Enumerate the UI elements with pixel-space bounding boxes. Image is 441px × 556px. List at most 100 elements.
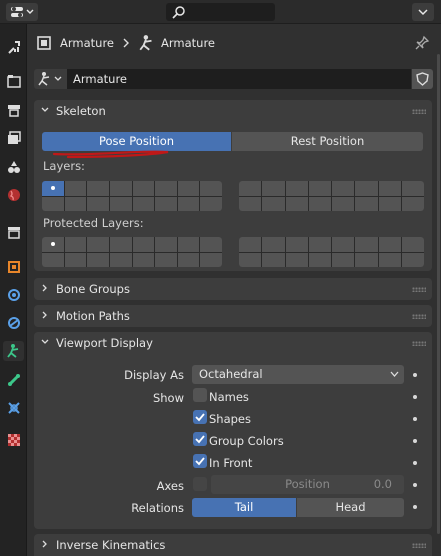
chevron-down-icon — [41, 107, 49, 112]
armature-icon — [6, 344, 18, 358]
animate-property-dot[interactable] — [413, 373, 417, 377]
checkmark-icon — [195, 435, 205, 444]
protected-layers-grid-a[interactable] — [42, 237, 222, 267]
panel-title: Motion Paths — [56, 309, 130, 323]
options-menu-button[interactable] — [412, 3, 434, 21]
display-as-dropdown[interactable]: Octahedral — [192, 365, 404, 384]
drag-handle[interactable] — [412, 543, 426, 548]
breadcrumb-data: Armature — [161, 36, 215, 50]
properties-tabs — [0, 24, 27, 556]
search-input[interactable] — [166, 3, 275, 21]
chevron-right-icon — [42, 540, 47, 548]
panel-title: Inverse Kinematics — [56, 538, 166, 552]
display-as-label: Display As — [124, 368, 184, 382]
tool-icon — [7, 41, 20, 54]
tab-tool[interactable] — [3, 37, 24, 57]
skeleton-panel: Skeleton Pose Position Rest Position Lay… — [34, 100, 432, 271]
tab-output[interactable] — [3, 100, 24, 120]
layer-used-dot — [50, 242, 55, 247]
relations-label: Relations — [131, 501, 184, 515]
viewport-display-header[interactable]: Viewport Display — [34, 332, 432, 354]
bone-constraint-icon — [7, 402, 20, 414]
tab-bone[interactable] — [3, 370, 24, 390]
layers-grid-b[interactable] — [239, 181, 424, 211]
protected-layer-toggle[interactable] — [42, 237, 64, 252]
properties-editor-icon — [11, 7, 34, 17]
in-front-checkbox[interactable] — [193, 454, 207, 468]
motion-paths-panel[interactable]: Motion Paths — [34, 305, 432, 327]
chevron-down-icon — [390, 371, 399, 377]
animate-property-dot[interactable] — [413, 439, 417, 443]
shapes-checkbox[interactable] — [193, 410, 207, 424]
chevron-down-icon — [41, 339, 49, 344]
armature-data-icon — [139, 35, 152, 51]
animate-property-dot[interactable] — [413, 461, 417, 465]
layers-grid-a[interactable] — [42, 181, 222, 211]
search-icon — [172, 6, 185, 19]
fake-user-button[interactable] — [412, 69, 433, 89]
bone-groups-panel[interactable]: Bone Groups — [34, 278, 432, 300]
viewport-display-panel: Viewport Display Display As Octahedral S… — [34, 332, 432, 529]
object-icon — [7, 261, 20, 273]
show-label: Show — [152, 391, 184, 405]
group-colors-checkbox[interactable] — [193, 432, 207, 446]
protected-layers-grid-b[interactable] — [239, 237, 424, 267]
names-label: Names — [209, 390, 249, 404]
axes-checkbox[interactable] — [193, 477, 207, 491]
animate-property-dot[interactable] — [413, 505, 417, 509]
drag-handle[interactable] — [412, 287, 426, 292]
checkmark-icon — [195, 413, 205, 422]
drag-handle[interactable] — [412, 314, 426, 319]
tab-texture[interactable] — [3, 430, 24, 450]
tab-view-layer[interactable] — [3, 128, 24, 148]
layers-label: Layers: — [43, 159, 85, 173]
checkmark-icon — [195, 457, 205, 466]
tab-render[interactable] — [3, 71, 24, 91]
scrollbar[interactable] — [437, 54, 440, 534]
tab-object[interactable] — [3, 257, 24, 277]
tab-modifiers[interactable] — [3, 285, 24, 305]
drag-handle[interactable] — [412, 341, 426, 346]
browse-armature-button[interactable] — [34, 69, 67, 89]
animate-property-dot[interactable] — [413, 395, 417, 399]
panel-title: Skeleton — [56, 104, 106, 118]
texture-icon — [7, 434, 20, 446]
position-value: 0.0 — [373, 477, 392, 491]
render-icon — [6, 75, 21, 88]
properties-header — [0, 0, 441, 24]
tab-physics[interactable] — [3, 313, 24, 333]
chevron-down-icon — [418, 9, 428, 16]
relations-tail-button[interactable]: Tail — [192, 498, 296, 517]
protected-layers-label: Protected Layers: — [43, 216, 144, 230]
layer-used-dot — [50, 186, 55, 191]
properties-main: Armature Armature Armature Skeleton Pose… — [28, 24, 441, 556]
pin-icon[interactable] — [414, 35, 430, 51]
tab-scene[interactable] — [3, 157, 24, 177]
shield-icon — [416, 72, 429, 86]
tab-bone-constraints[interactable] — [3, 398, 24, 418]
layer-toggle[interactable] — [42, 181, 64, 196]
world-icon — [7, 189, 20, 201]
animate-property-dot[interactable] — [413, 417, 417, 421]
collection-icon — [7, 227, 20, 239]
axes-position-slider[interactable]: Position 0.0 — [211, 475, 404, 494]
armature-browse-icon — [38, 72, 62, 86]
tab-armature-data[interactable] — [3, 341, 24, 361]
scene-icon — [7, 161, 20, 173]
names-checkbox[interactable] — [193, 388, 207, 402]
relations-head-button[interactable]: Head — [297, 498, 404, 517]
view-layer-icon — [7, 131, 21, 144]
bone-icon — [7, 374, 20, 386]
chevron-right-icon — [42, 311, 47, 319]
animate-property-dot[interactable] — [413, 483, 417, 487]
tab-world[interactable] — [3, 185, 24, 205]
editor-type-button[interactable] — [6, 3, 38, 21]
object-data-icon — [37, 36, 51, 50]
drag-handle[interactable] — [412, 109, 426, 114]
inverse-kinematics-panel[interactable]: Inverse Kinematics — [34, 534, 432, 556]
skeleton-panel-header[interactable]: Skeleton — [34, 100, 432, 122]
tab-collection[interactable] — [3, 222, 24, 242]
datablock-name-field[interactable]: Armature — [67, 69, 411, 89]
rest-position-button[interactable]: Rest Position — [232, 132, 423, 151]
panel-title: Viewport Display — [56, 336, 153, 350]
